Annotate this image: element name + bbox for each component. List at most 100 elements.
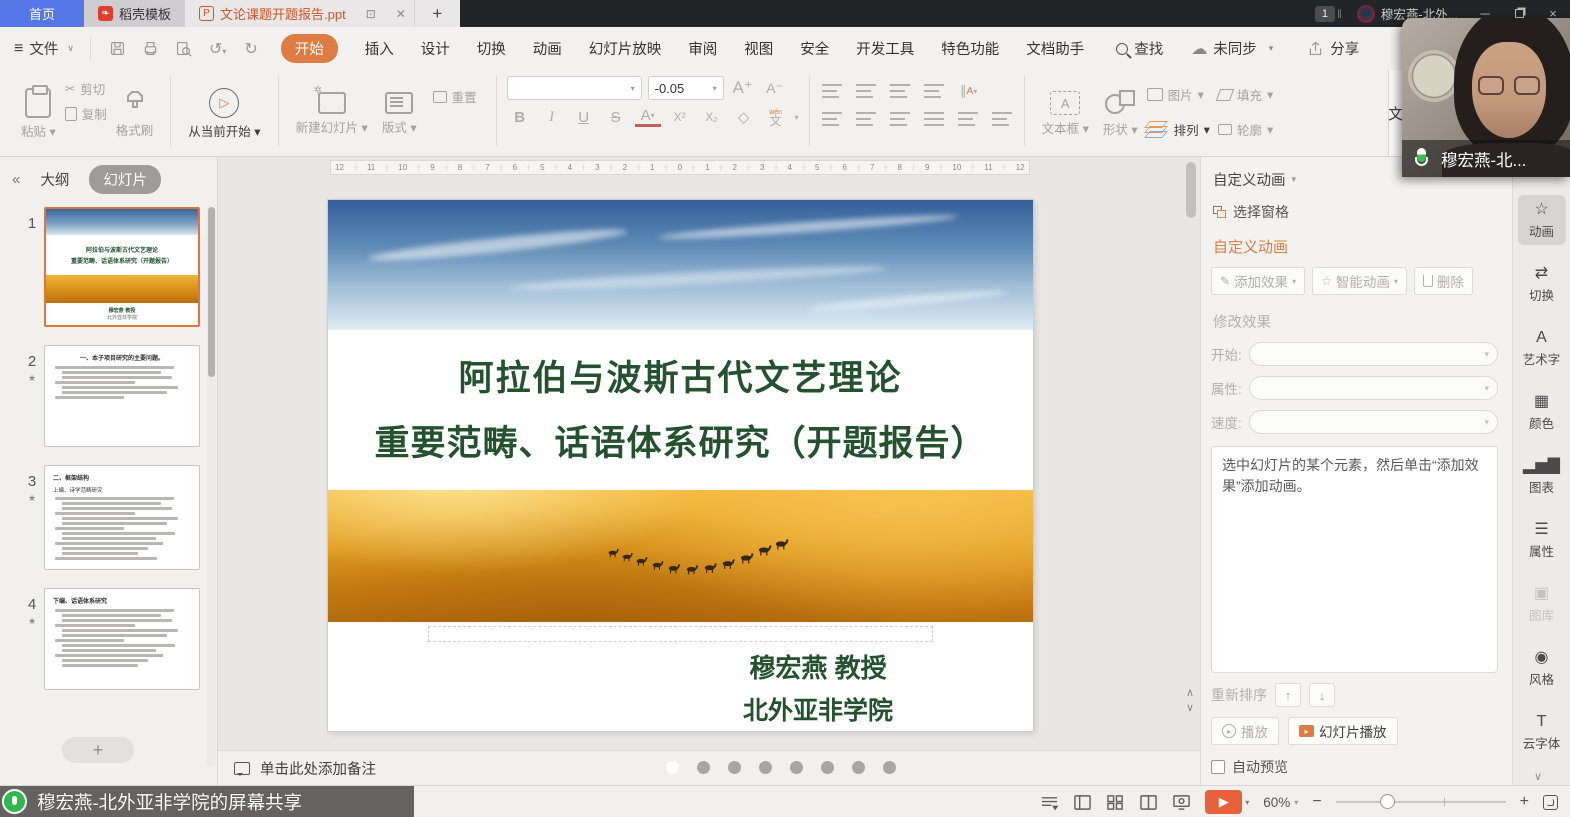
tab-monitor-icon[interactable]: ⊡ xyxy=(366,7,376,21)
menu-tab-5[interactable]: 动画 xyxy=(533,38,562,59)
file-menu[interactable]: 文件 xyxy=(29,38,58,59)
slide-title[interactable]: 阿拉伯与波斯古代文艺理论 重要范畴、话语体系研究（开题报告） xyxy=(328,350,1033,466)
picture-button[interactable]: 图片 ▾ xyxy=(1145,82,1206,107)
smart-animation-button[interactable]: ☆智能动画▾ xyxy=(1312,267,1407,295)
align-center-icon[interactable] xyxy=(854,110,878,128)
slide-dot-8[interactable] xyxy=(883,761,896,774)
menu-tab-4[interactable]: 切换 xyxy=(477,38,506,59)
menu-tab-12[interactable]: 文档助手 xyxy=(1026,38,1084,59)
speed-select[interactable]: ▾ xyxy=(1249,410,1498,434)
share-button[interactable]: 分享 xyxy=(1307,38,1359,59)
rail-item-gallery[interactable]: ▣图库 xyxy=(1518,579,1566,629)
fit-slide-icon[interactable] xyxy=(1543,795,1558,810)
bullets-icon[interactable] xyxy=(820,82,844,100)
zoom-level[interactable]: 60%▾ xyxy=(1263,795,1298,810)
subscript-button[interactable]: X₂ xyxy=(699,106,725,128)
prev-next-slide-buttons[interactable]: ∧∨ xyxy=(1181,686,1199,716)
slide-canvas[interactable]: 阿拉伯与波斯古代文艺理论 重要范畴、话语体系研究（开题报告） 穆宏燕 教授 北外… xyxy=(328,200,1033,731)
increase-font-icon[interactable]: A⁺ xyxy=(730,77,756,99)
next-slide-icon[interactable]: ∨ xyxy=(1181,701,1199,716)
rail-item-wordart[interactable]: A艺术字 xyxy=(1518,323,1566,373)
play-options-caret[interactable]: ▾ xyxy=(1245,798,1249,807)
textbox-button[interactable]: A 文本框 ▾ xyxy=(1035,76,1096,152)
decrease-font-icon[interactable]: A⁻ xyxy=(762,77,788,99)
new-tab-button[interactable]: + xyxy=(414,0,460,27)
canvas-scrollbar[interactable] xyxy=(1186,162,1196,218)
menu-tab-11[interactable]: 特色功能 xyxy=(941,38,999,59)
menu-tab-8[interactable]: 视图 xyxy=(744,38,773,59)
clear-format-icon[interactable]: ◇ xyxy=(731,106,757,128)
notification-badge[interactable]: 1 xyxy=(1315,6,1335,22)
format-painter-button[interactable]: 格式刷 xyxy=(109,76,161,152)
collapse-sidebar-icon[interactable]: « xyxy=(12,171,20,188)
notes-placeholder[interactable]: 单击此处添加备注 xyxy=(260,758,376,779)
rail-item-properties[interactable]: ☰属性 xyxy=(1518,515,1566,565)
slide-dot-7[interactable] xyxy=(852,761,865,774)
align-right-icon[interactable] xyxy=(888,110,912,128)
slideshow-play-button-statusbar[interactable]: ▶ xyxy=(1205,790,1242,814)
save-icon[interactable] xyxy=(109,40,126,57)
font-name-combo[interactable]: ▾ xyxy=(507,76,642,100)
slide-sorter-icon[interactable] xyxy=(1106,794,1125,811)
undo-icon[interactable]: ↺▾ xyxy=(209,39,226,59)
tab-docer-templates[interactable]: ❧ 稻壳模板 xyxy=(84,0,185,27)
delete-button[interactable]: 删除 xyxy=(1414,267,1473,295)
fill-button[interactable]: 填充 ▾ xyxy=(1216,82,1275,107)
add-slide-button[interactable]: + xyxy=(62,737,134,763)
distribute-icon[interactable] xyxy=(956,110,980,128)
rail-more-icon[interactable]: ∨ xyxy=(1534,770,1542,783)
font-size-combo[interactable]: -0.05▾ xyxy=(648,76,724,100)
menu-tab-1[interactable]: 开始 xyxy=(281,34,338,63)
slide-author[interactable]: 穆宏燕 教授 北外亚非学院 xyxy=(658,648,978,727)
line-spacing-icon[interactable] xyxy=(990,110,1014,128)
slide-thumbnail-2[interactable]: 一、本子项目研究的主要问题。 xyxy=(44,345,200,447)
text-direction-icon[interactable]: ∥A▾ xyxy=(956,80,982,102)
layout-button[interactable]: 版式 ▾ xyxy=(375,76,424,152)
add-effect-button[interactable]: ✎添加效果▾ xyxy=(1211,267,1305,295)
reset-button[interactable]: 重置 xyxy=(424,76,486,152)
user-avatar[interactable] xyxy=(1357,5,1375,23)
rail-item-animation[interactable]: ☆动画 xyxy=(1518,195,1566,245)
rail-item-chart[interactable]: ▂▅▇图表 xyxy=(1518,451,1566,501)
menu-tab-7[interactable]: 审阅 xyxy=(688,38,717,59)
slide-dot-3[interactable] xyxy=(728,761,741,774)
slideshow-play-button[interactable]: ▸幻灯片播放 xyxy=(1288,717,1398,745)
align-left-icon[interactable] xyxy=(820,110,844,128)
play-from-current-button[interactable]: ▷ 从当前开始 ▾ xyxy=(181,76,267,152)
outline-button[interactable]: 轮廓 ▾ xyxy=(1216,117,1275,142)
menu-tab-9[interactable]: 安全 xyxy=(800,38,829,59)
tab-home[interactable]: 首页 xyxy=(0,0,84,27)
italic-button[interactable]: I xyxy=(539,106,565,128)
tab-document[interactable]: P 文论课题开题报告.ppt ⊡ ✕ xyxy=(185,0,414,27)
superscript-button[interactable]: X² xyxy=(667,106,693,128)
slide-thumbnail-1[interactable]: 阿拉伯与波斯古代文艺理论重要范畴、话语体系研究（开题报告）穆宏燕 教授北外亚非学… xyxy=(44,207,200,327)
redo-icon[interactable]: ↻ xyxy=(244,39,257,59)
notes-bar[interactable]: 单击此处添加备注 xyxy=(218,750,1200,785)
menu-tab-10[interactable]: 开发工具 xyxy=(856,38,914,59)
slide-thumbnail-4[interactable]: 下编、话语体系研究 xyxy=(44,588,200,690)
move-down-button[interactable]: ↓ xyxy=(1309,683,1335,707)
slide-thumbnail-3[interactable]: 二、框架结构上编、诗学范畴研究 xyxy=(44,465,200,570)
bold-button[interactable]: B xyxy=(507,106,533,128)
auto-preview-checkbox[interactable]: 自动预览 xyxy=(1211,757,1498,777)
menu-tab-6[interactable]: 幻灯片放映 xyxy=(589,38,662,59)
sync-status[interactable]: ☁ 未同步 ▾ xyxy=(1191,38,1279,59)
copy-button[interactable]: 复制 xyxy=(63,101,109,126)
slide-dot-5[interactable] xyxy=(790,761,803,774)
sidebar-scrollbar[interactable] xyxy=(207,207,216,767)
hamburger-icon[interactable]: ≡ xyxy=(14,40,23,58)
increase-indent-icon[interactable] xyxy=(922,82,946,100)
zoom-in-icon[interactable]: + xyxy=(1520,793,1529,811)
print-icon[interactable] xyxy=(142,40,159,57)
rail-item-color[interactable]: ▦颜色 xyxy=(1518,387,1566,437)
rail-item-style[interactable]: ◉风格 xyxy=(1518,643,1566,693)
placeholder-box[interactable] xyxy=(428,626,933,642)
notes-toggle-icon[interactable] xyxy=(1040,794,1059,811)
font-color-button[interactable]: A▾ xyxy=(635,108,661,127)
arrange-button[interactable]: 排列 ▾ xyxy=(1145,117,1212,142)
slide-dot-4[interactable] xyxy=(759,761,772,774)
decrease-indent-icon[interactable] xyxy=(888,82,912,100)
prev-slide-icon[interactable]: ∧ xyxy=(1181,686,1199,701)
slide-dot-1[interactable] xyxy=(666,761,679,774)
paste-button[interactable]: 粘贴 ▾ xyxy=(14,76,63,152)
